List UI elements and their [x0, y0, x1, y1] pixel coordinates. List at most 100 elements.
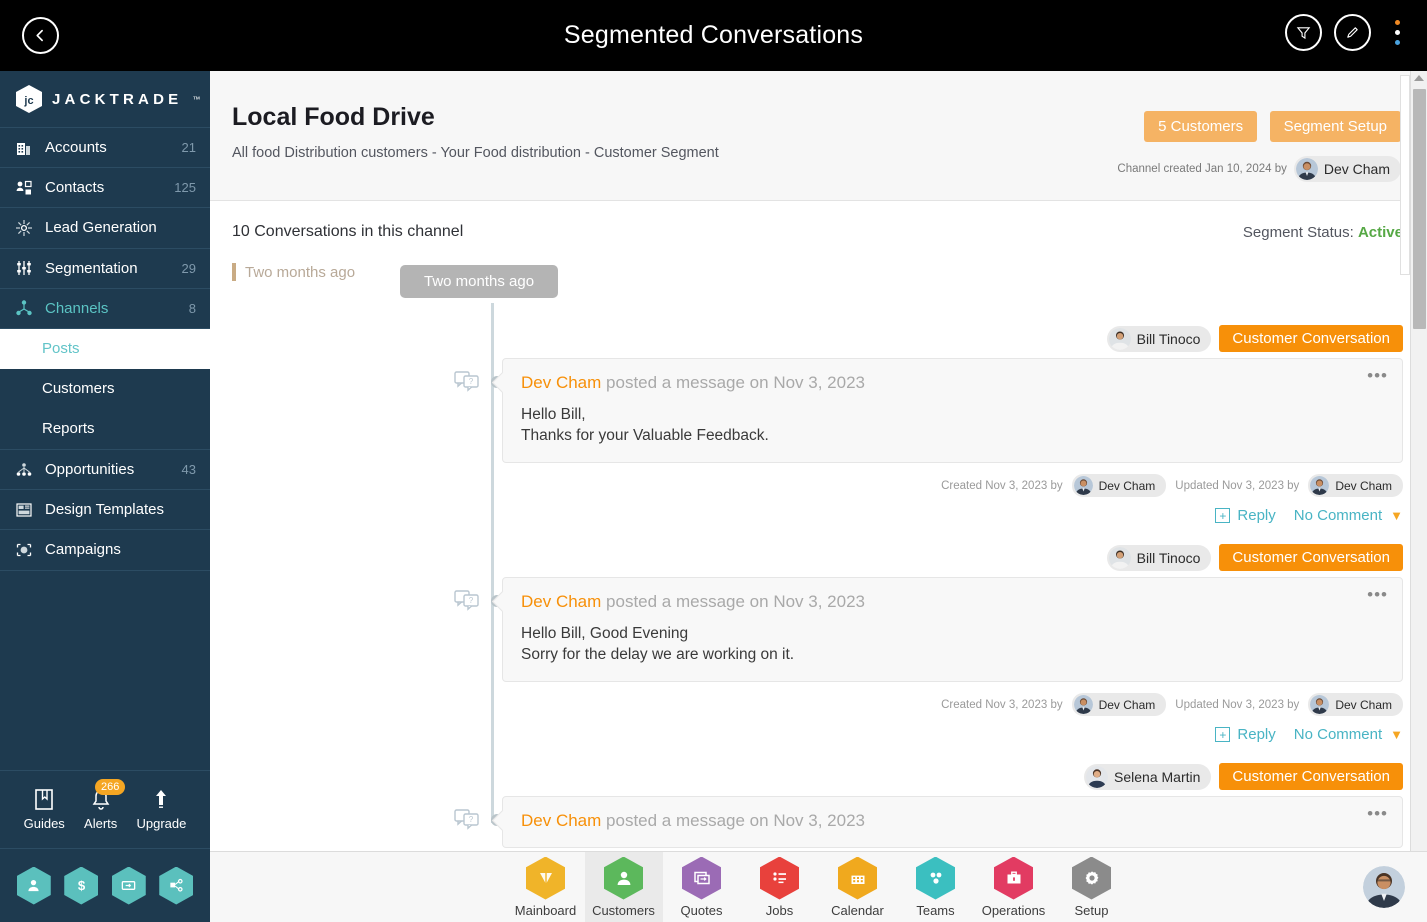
conversation-type-badge[interactable]: Customer Conversation	[1219, 544, 1403, 571]
tool-label: Guides	[23, 816, 65, 831]
post-menu-icon[interactable]: •••	[1367, 586, 1388, 603]
sidebar-item-count: 8	[188, 300, 196, 316]
sidebar-item-segmentation[interactable]: Segmentation 29	[0, 249, 210, 289]
post-meta: Created Nov 3, 2023 by Dev Cham Updated …	[502, 693, 1403, 716]
segment-setup-button[interactable]: Segment Setup	[1269, 111, 1401, 142]
shortcut-workflow[interactable]	[159, 866, 194, 905]
sidebar-item-posts[interactable]: Posts	[0, 328, 210, 369]
alerts-button[interactable]: 266 Alerts	[84, 779, 126, 831]
scroll-up-arrow-icon[interactable]	[1414, 75, 1424, 81]
sidebar-item-design-templates[interactable]: Design Templates	[0, 490, 210, 531]
user-avatar[interactable]	[1363, 866, 1405, 908]
post-author[interactable]: Dev Cham	[521, 811, 601, 830]
conversation-bubble-icon: ?	[454, 809, 480, 838]
created-by-chip[interactable]: Dev Cham	[1293, 156, 1401, 182]
avatar	[1310, 476, 1330, 495]
post-author[interactable]: Dev Cham	[521, 592, 601, 611]
sidebar-item-label: Accounts	[45, 139, 107, 157]
trademark-mark: ™	[192, 94, 201, 104]
inner-scrollbar-track[interactable]	[1400, 75, 1410, 275]
contacts-icon	[14, 178, 34, 198]
conversation-type-badge[interactable]: Customer Conversation	[1219, 763, 1403, 790]
post-menu-icon[interactable]: •••	[1367, 367, 1388, 384]
sidebar-item-reports[interactable]: Reports	[0, 409, 210, 449]
conversation-type-badge[interactable]: Customer Conversation	[1219, 325, 1403, 352]
customers-count-button[interactable]: 5 Customers	[1144, 111, 1258, 142]
post-created-by-chip[interactable]: Dev Cham	[1071, 693, 1167, 716]
avatar	[1073, 476, 1093, 495]
bottom-nav-operations[interactable]: Operations	[975, 852, 1053, 922]
avatar	[1073, 695, 1093, 714]
upgrade-button[interactable]: Upgrade	[136, 788, 186, 831]
bottom-nav-label: Setup	[1074, 902, 1109, 918]
topbar-actions	[1285, 14, 1411, 51]
channel-created-row: Channel created Jan 10, 2024 by Dev Cham	[1117, 156, 1401, 182]
channels-icon	[14, 298, 34, 318]
customer-name: Selena Martin	[1114, 768, 1201, 785]
jobs-icon	[760, 856, 799, 900]
calendar-icon	[838, 856, 877, 900]
tool-label: Alerts	[84, 816, 118, 831]
bottom-nav-quotes[interactable]: Quotes	[663, 852, 741, 922]
post-item: Bill Tinoco Customer Conversation ? ••• …	[232, 544, 1403, 743]
customer-chip[interactable]: Bill Tinoco	[1106, 544, 1212, 571]
edit-button[interactable]	[1334, 14, 1371, 51]
sidebar-subnav: Posts Customers Reports	[0, 328, 210, 450]
segmentation-icon	[14, 258, 34, 278]
bottom-nav-jobs[interactable]: Jobs	[741, 852, 819, 922]
bottom-nav-label: Mainboard	[514, 902, 577, 918]
post-body: Hello Bill, Good Evening Sorry for the d…	[521, 623, 1384, 665]
post-card: ••• Dev Cham posted a message on Nov 3, …	[502, 358, 1403, 463]
post-updated-by-chip[interactable]: Dev Cham	[1308, 474, 1403, 497]
campaigns-icon	[14, 540, 34, 560]
pencil-icon	[1347, 27, 1358, 38]
shortcut-billing[interactable]: $	[64, 866, 99, 905]
sidebar-item-lead-generation[interactable]: Lead Generation	[0, 208, 210, 249]
avatar	[1108, 327, 1131, 350]
page-title: Segmented Conversations	[563, 21, 864, 49]
operations-icon	[994, 856, 1033, 900]
filter-button[interactable]	[1285, 14, 1322, 51]
guides-button[interactable]: Guides	[24, 788, 65, 831]
reply-button[interactable]: + Reply	[1215, 726, 1276, 743]
bottom-nav-setup[interactable]: Setup	[1053, 852, 1131, 922]
sidebar-item-contacts[interactable]: Contacts 125	[0, 168, 210, 209]
shortcut-person[interactable]	[16, 866, 51, 905]
post-updated-by-chip[interactable]: Dev Cham	[1308, 693, 1403, 716]
post-updated-text: Updated Nov 3, 2023 by	[1175, 479, 1300, 492]
sidebar-item-customers[interactable]: Customers	[0, 369, 210, 409]
bottom-nav-mainboard[interactable]: Mainboard	[507, 852, 585, 922]
bottom-nav-calendar[interactable]: Calendar	[819, 852, 897, 922]
sidebar-item-accounts[interactable]: Accounts 21	[0, 128, 210, 169]
post-headline: Dev Cham posted a message on Nov 3, 2023	[521, 811, 1384, 831]
scrollbar-thumb[interactable]	[1413, 89, 1426, 329]
bottom-nav-customers[interactable]: Customers	[584, 851, 663, 922]
post-author[interactable]: Dev Cham	[521, 373, 601, 392]
bottom-nav-teams[interactable]: Teams	[897, 852, 975, 922]
svg-text:?: ?	[469, 815, 474, 824]
vertical-scrollbar[interactable]	[1410, 71, 1427, 851]
customer-chip[interactable]: Bill Tinoco	[1106, 325, 1212, 352]
customer-chip[interactable]: Selena Martin	[1084, 763, 1212, 790]
svg-text:$: $	[78, 878, 86, 893]
post-created-by-chip[interactable]: Dev Cham	[1071, 474, 1167, 497]
sidebar-item-opportunities[interactable]: Opportunities 43	[0, 450, 210, 491]
created-by-name: Dev Cham	[1323, 161, 1390, 177]
reply-button[interactable]: + Reply	[1215, 507, 1276, 524]
comments-toggle[interactable]: No Comment ▼	[1294, 726, 1403, 743]
svg-text:?: ?	[469, 596, 474, 605]
funnel-icon	[1296, 27, 1311, 40]
brand-logo[interactable]: jc JACKTRADE ™	[0, 71, 210, 128]
avatar	[1363, 866, 1405, 908]
jacktrade-logo-icon: jc	[16, 84, 42, 113]
sidebar-item-campaigns[interactable]: Campaigns	[0, 530, 210, 571]
status-badge: Active	[1357, 223, 1403, 241]
shortcut-payments[interactable]	[111, 866, 146, 905]
sidebar-item-channels[interactable]: Channels 8	[0, 289, 210, 329]
post-menu-icon[interactable]: •••	[1367, 805, 1388, 822]
overflow-menu-button[interactable]	[1383, 14, 1411, 51]
dollar-icon: $	[78, 878, 86, 893]
comments-toggle[interactable]: No Comment ▼	[1294, 507, 1403, 524]
period-label: Two months ago	[232, 263, 355, 281]
